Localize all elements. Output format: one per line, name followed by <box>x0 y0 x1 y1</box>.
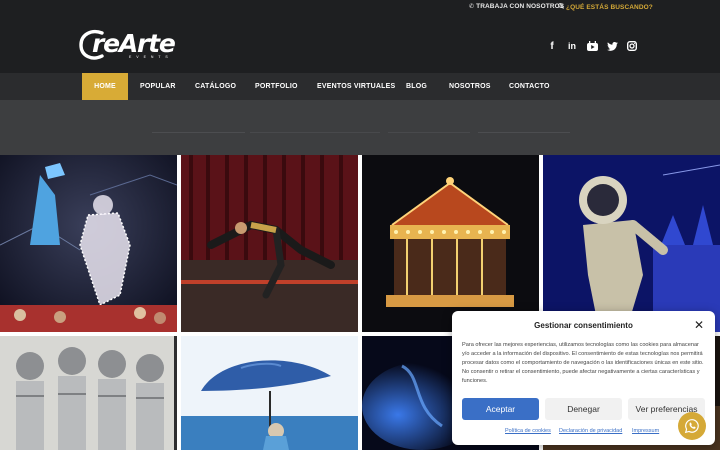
page-banner <box>0 100 720 155</box>
search-icon <box>558 3 564 11</box>
linkedin-icon[interactable]: in <box>565 39 579 53</box>
instagram-icon[interactable] <box>625 39 639 53</box>
facebook-icon[interactable]: f <box>545 39 559 53</box>
gallery-tile-silver-robots[interactable] <box>0 336 177 450</box>
logo-subtitle: E V E N T S <box>129 55 170 59</box>
work-with-us-link[interactable]: ✆ TRABAJA CON NOSOTROS <box>469 3 564 10</box>
banner-divider <box>250 132 380 133</box>
accept-button[interactable]: Aceptar <box>462 398 539 420</box>
crearte-logo[interactable]: reArte E V E N T S <box>78 28 176 62</box>
whatsapp-icon <box>684 419 699 434</box>
deny-button[interactable]: Denegar <box>545 398 622 420</box>
nav-popular[interactable]: POPULAR <box>140 73 176 100</box>
work-with-us-label: TRABAJA CON NOSOTROS <box>476 3 565 10</box>
gallery-tile-astronaut[interactable] <box>543 155 720 332</box>
impressum-link[interactable]: Impressum <box>632 428 659 434</box>
consent-title: Gestionar consentimiento <box>534 321 633 330</box>
nav-portfolio[interactable]: PORTFOLIO <box>255 73 298 100</box>
nav-home[interactable]: HOME <box>82 73 128 100</box>
gallery-tile-carousel[interactable] <box>362 155 539 332</box>
main-navigation: HOME POPULAR CATÁLOGO PORTFOLIO EVENTOS … <box>0 73 720 100</box>
cookie-consent-dialog: Gestionar consentimiento ✕ Para ofrecer … <box>452 311 715 445</box>
search-label: ¿QUÉ ESTÁS BUSCANDO? <box>566 4 653 11</box>
logo-wordmark: reArte <box>92 29 176 58</box>
site-header: reArte E V E N T S f in <box>0 14 720 73</box>
nav-nosotros[interactable]: NOSOTROS <box>449 73 491 100</box>
facebook-glyph: f <box>550 40 554 52</box>
nav-contacto[interactable]: CONTACTO <box>509 73 550 100</box>
search-link[interactable]: ¿QUÉ ESTÁS BUSCANDO? <box>558 3 653 11</box>
twitter-icon[interactable] <box>605 39 619 53</box>
consent-description: Para ofrecer las mejores experiencias, u… <box>462 342 704 384</box>
youtube-icon[interactable] <box>585 39 599 53</box>
phone-icon: ✆ <box>469 4 475 10</box>
close-icon[interactable]: ✕ <box>694 319 704 331</box>
gallery-tile-dancer[interactable] <box>181 155 358 332</box>
banner-divider <box>388 132 470 133</box>
nav-blog[interactable]: BLOG <box>406 73 427 100</box>
privacy-statement-link[interactable]: Declaración de privacidad <box>559 428 622 434</box>
nav-eventos-virtuales[interactable]: EVENTOS VIRTUALES <box>317 73 395 100</box>
cookie-policy-link[interactable]: Política de cookies <box>505 428 551 434</box>
banner-divider <box>152 132 245 133</box>
top-utility-bar: ✆ TRABAJA CON NOSOTROS ¿QUÉ ESTÁS BUSCAND… <box>0 0 720 14</box>
whatsapp-button[interactable] <box>678 412 706 440</box>
linkedin-glyph: in <box>568 41 576 51</box>
gallery-tile-blue-whale[interactable] <box>181 336 358 450</box>
gallery-tile-light-figure[interactable] <box>0 155 177 332</box>
banner-divider <box>478 132 570 133</box>
nav-catalogo[interactable]: CATÁLOGO <box>195 73 236 100</box>
